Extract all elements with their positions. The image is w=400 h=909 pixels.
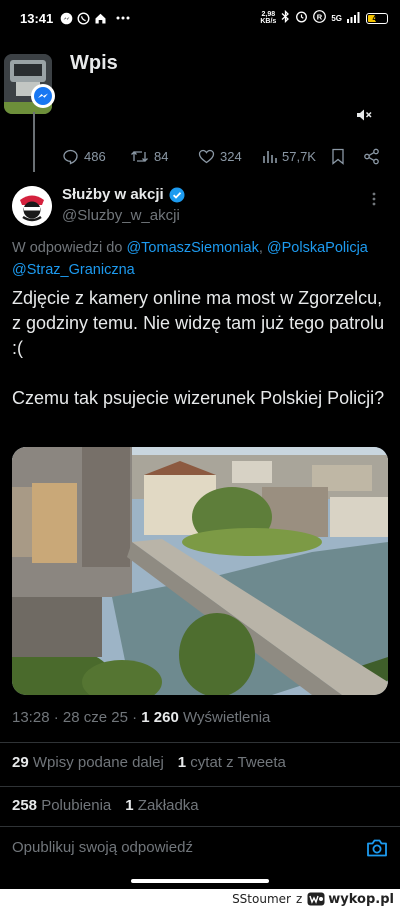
like-action[interactable]: 324	[198, 148, 242, 165]
views-action[interactable]: 57,7K	[262, 149, 316, 164]
mention-link[interactable]: @Straz_Graniczna	[12, 262, 135, 278]
bookmarks-stat-count: 1	[125, 797, 134, 814]
reply-action[interactable]: 486	[62, 148, 106, 165]
registered-icon: R	[313, 10, 327, 26]
author-handle[interactable]: @Sluzby_w_akcji	[62, 207, 180, 224]
camera-icon[interactable]	[366, 838, 388, 863]
quotes-stat[interactable]: 1 cytat z Tweeta	[178, 754, 286, 771]
like-stats-row: 258 Polubienia 1 Zakładka	[12, 797, 199, 814]
tweet-text-paragraph: Zdjęcie z kamery online ma most w Zgorze…	[12, 288, 385, 358]
share-icon	[364, 148, 379, 164]
tweet-date[interactable]: 28 cze 25	[63, 709, 128, 726]
mention-link[interactable]: @PolskaPolicja	[267, 240, 368, 256]
svg-text:R: R	[317, 12, 323, 21]
likes-stat[interactable]: 258 Polubienia	[12, 797, 111, 814]
views-label: Wyświetlenia	[183, 709, 271, 726]
tweet-text: Zdjęcie z kamery online ma most w Zgorze…	[12, 286, 392, 411]
retweets-stat-count: 29	[12, 754, 29, 771]
status-bar: 13:41 2,98 KB/s R 5G 45	[0, 0, 400, 36]
divider	[0, 786, 400, 787]
retweets-stat[interactable]: 29 Wpisy podane dalej	[12, 754, 164, 771]
reply-to-line: W odpowiedzi do @TomaszSiemoniak, @Polsk…	[12, 240, 368, 278]
status-right: 2,98 KB/s R 5G 45	[260, 9, 388, 26]
wykop-watermark: SStoumer z wykop.pl	[0, 889, 400, 909]
net-speed-value: 2,98	[261, 11, 276, 18]
bookmarks-stat[interactable]: 1 Zakładka	[125, 797, 198, 814]
wykop-site: wykop.pl	[328, 891, 394, 907]
views-count: 57,7K	[282, 148, 316, 164]
more-options-icon[interactable]	[372, 192, 376, 211]
more-dots-icon	[116, 11, 130, 25]
repost-stats-row: 29 Wpisy podane dalej 1 cytat z Tweeta	[12, 754, 286, 771]
previous-tweet-actions: 486 84 324 57,7K	[0, 144, 400, 168]
home-icon	[93, 11, 107, 25]
like-count: 324	[220, 148, 242, 164]
signal-icon	[347, 11, 361, 26]
tweet-meta: 13:28 · 28 cze 25 · 1 260 Wyświetlenia	[12, 709, 271, 726]
status-time: 13:41	[20, 10, 54, 26]
net-speed: 2,98 KB/s	[260, 11, 276, 25]
watermark-user: SStoumer	[232, 892, 291, 906]
page-title: Wpis	[70, 52, 118, 74]
divider	[0, 742, 400, 743]
views-icon	[263, 150, 277, 163]
author-name[interactable]: Służby w akcji	[62, 186, 164, 203]
bookmark-icon	[332, 148, 344, 165]
battery-level: 45	[372, 13, 382, 23]
tweet-photo[interactable]	[12, 447, 388, 695]
views-total: 1 260	[141, 709, 179, 726]
watermark-separator: z	[295, 892, 303, 906]
likes-stat-label: Polubienia	[41, 797, 112, 814]
author-avatar[interactable]	[12, 186, 52, 226]
quotes-stat-count: 1	[177, 754, 187, 771]
author-name-row[interactable]: Służby w akcji	[62, 186, 185, 203]
quotes-stat-label: cytat z Tweeta	[190, 754, 286, 771]
retweet-icon	[131, 150, 148, 162]
messenger-icon	[59, 11, 73, 25]
tweet-time[interactable]: 13:28	[12, 709, 50, 726]
volume-mute-icon[interactable]	[355, 106, 373, 124]
tweet-text-paragraph: Czemu tak psujecie wizerunek Polskiej Po…	[12, 388, 385, 408]
divider	[0, 826, 400, 827]
retweets-stat-label: Wpisy podane dalej	[32, 754, 164, 771]
reply-input[interactable]: Opublikuj swoją odpowiedź	[12, 839, 193, 856]
network-type: 5G	[331, 13, 342, 23]
wykop-icon	[307, 892, 325, 906]
bluetooth-icon	[281, 9, 290, 26]
reply-prefix: W odpowiedzi do	[12, 240, 127, 256]
share-button[interactable]	[363, 148, 380, 165]
bookmark-button[interactable]	[331, 148, 345, 165]
retweet-count: 84	[154, 148, 169, 164]
verified-badge-icon	[169, 187, 185, 202]
wykop-logo: wykop.pl	[307, 892, 394, 907]
mention-link[interactable]: @TomaszSiemoniak	[126, 240, 258, 256]
reply-icon	[63, 149, 78, 164]
reply-count: 486	[84, 148, 106, 164]
retweet-action[interactable]: 84	[130, 148, 168, 165]
messenger-badge-icon	[31, 84, 55, 108]
home-indicator[interactable]	[131, 879, 269, 883]
twitter-screen: 13:41 2,98 KB/s R 5G 45 Wpis 486 84 324 …	[0, 0, 400, 889]
heart-icon	[198, 149, 215, 163]
alarm-icon	[295, 10, 308, 26]
bookmarks-stat-label: Zakładka	[137, 797, 199, 814]
net-speed-unit: KB/s	[260, 18, 277, 25]
likes-stat-count: 258	[12, 797, 38, 814]
whatsapp-icon	[76, 11, 90, 25]
battery-icon: 45	[366, 12, 388, 24]
